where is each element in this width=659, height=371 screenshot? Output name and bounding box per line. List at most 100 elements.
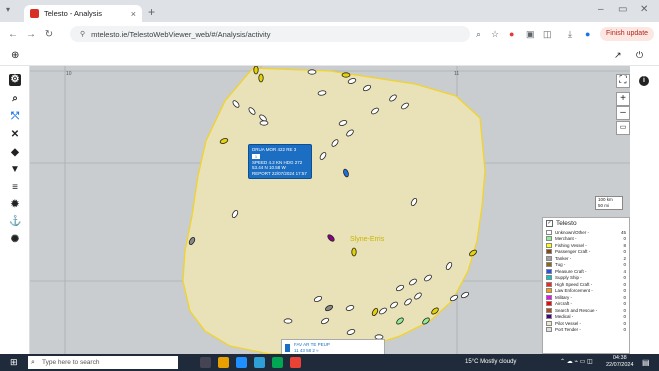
legend-swatch bbox=[546, 242, 552, 248]
windows-start-icon[interactable]: ⊞ bbox=[10, 357, 18, 368]
legend-row: Search and Rescue - 0 bbox=[546, 307, 626, 314]
legend-swatch bbox=[546, 327, 552, 333]
popup-line: REPORT 22/07/2024 17:57 bbox=[252, 170, 307, 176]
vessel-marker[interactable] bbox=[351, 247, 357, 257]
legend-swatch bbox=[546, 255, 552, 261]
file-explorer-icon[interactable] bbox=[218, 357, 229, 368]
edge-icon[interactable] bbox=[236, 357, 247, 368]
popup-line: 11 43 58 2 ≈ bbox=[294, 347, 319, 353]
legend-label: High Speed Craft - bbox=[555, 281, 593, 287]
vessel-marker[interactable] bbox=[253, 66, 259, 75]
info-icon[interactable]: i bbox=[639, 76, 649, 86]
globe-icon[interactable]: ✺ bbox=[9, 234, 21, 246]
share-icon[interactable]: ↗ bbox=[614, 50, 622, 61]
vessel-track-popup[interactable]: FAV AR TE PEUP 11 43 58 2 ≈ bbox=[281, 339, 385, 354]
legend-swatch bbox=[546, 281, 552, 287]
area-label: Slyne-Erris bbox=[350, 236, 385, 243]
vessel-marker[interactable] bbox=[259, 120, 269, 126]
zoom-out-icon[interactable]: – bbox=[616, 106, 630, 120]
layers-icon[interactable]: ≡ bbox=[9, 182, 21, 194]
bookmark-star-icon[interactable]: ☆ bbox=[491, 29, 499, 39]
task-view-icon[interactable] bbox=[200, 357, 211, 368]
legend-swatch bbox=[546, 320, 552, 326]
browser-tab[interactable]: Telesto - Analysis × bbox=[24, 5, 142, 22]
vessel-marker[interactable] bbox=[307, 69, 317, 75]
back-icon[interactable]: ← bbox=[4, 29, 22, 40]
legend-count: 8 bbox=[623, 242, 626, 248]
finish-update-button[interactable]: Finish update bbox=[600, 27, 655, 41]
legend-row: High Speed Craft - 0 bbox=[546, 281, 626, 288]
vessel-marker[interactable] bbox=[283, 318, 293, 324]
taskbar-clock[interactable]: 04:38 22/07/2024 bbox=[606, 355, 634, 369]
new-tab-icon[interactable]: + bbox=[148, 6, 155, 18]
analysis-area-polygon[interactable] bbox=[182, 67, 486, 354]
clock-time: 04:38 bbox=[612, 355, 627, 361]
legend-swatch bbox=[546, 275, 552, 281]
popup-badge: 1 bbox=[252, 153, 260, 159]
legend-count: 0 bbox=[623, 275, 626, 281]
legend-count: 4 bbox=[623, 268, 626, 274]
side-panel-icon[interactable]: ◫ bbox=[543, 29, 552, 39]
settings-gear-icon[interactable]: ⚙ bbox=[9, 74, 21, 86]
power-icon[interactable]: ⏻ bbox=[636, 50, 643, 61]
close-tab-icon[interactable]: × bbox=[131, 9, 136, 19]
legend-row: Pleasure Craft - 4 bbox=[546, 268, 626, 275]
address-bar[interactable]: ⚲ mtelesto.ie/TelestoWebViewer_web/#/Ana… bbox=[70, 26, 470, 42]
legend-swatch bbox=[546, 288, 552, 294]
minimize-icon[interactable]: – bbox=[598, 4, 604, 16]
extension-icon[interactable]: ● bbox=[509, 29, 514, 39]
map-tool-icon[interactable]: ▭ bbox=[616, 121, 630, 135]
vessel-marker[interactable] bbox=[341, 72, 351, 78]
drop-icon[interactable]: ◆ bbox=[9, 147, 21, 159]
maximize-icon[interactable]: ▭ bbox=[618, 4, 627, 16]
gear-icon[interactable]: ✹ bbox=[9, 199, 21, 211]
reload-icon[interactable]: ↻ bbox=[40, 29, 58, 40]
legend-label: Passenger Craft - bbox=[555, 249, 591, 255]
legend-swatch bbox=[546, 236, 552, 242]
vessel-marker[interactable] bbox=[258, 73, 264, 83]
legend-swatch bbox=[546, 268, 552, 274]
legend-toggle-checkbox[interactable]: ✓ bbox=[546, 220, 553, 227]
window-close-icon[interactable]: ✕ bbox=[640, 4, 648, 16]
download-icon[interactable]: ⤓ bbox=[568, 29, 572, 39]
legend-label: Merchant - bbox=[555, 236, 577, 242]
legend-label: Pilot Vessel - bbox=[555, 320, 582, 326]
legend-count: 0 bbox=[623, 281, 626, 287]
legend-row: Supply Ship - 0 bbox=[546, 275, 626, 282]
profile-icon[interactable]: ● bbox=[585, 29, 590, 39]
extension-puzzle-icon[interactable]: ▣ bbox=[526, 29, 535, 39]
map-view[interactable]: 10 11 ⛶ + – ▭ DRUA MOR 422 RE 3 1 SPEED … bbox=[30, 66, 630, 354]
legend-label: Tug - bbox=[555, 262, 566, 268]
site-info-icon[interactable]: ⚲ bbox=[80, 30, 85, 38]
zoom-icon[interactable]: ⌕ bbox=[476, 29, 481, 39]
legend-row: Military - 0 bbox=[546, 294, 626, 301]
search-icon[interactable]: ⌕ bbox=[9, 93, 21, 105]
legend-label: Search and Rescue - bbox=[555, 307, 598, 313]
legend-row: Pilot Vessel - 0 bbox=[546, 320, 626, 327]
fullscreen-icon[interactable]: ⛶ bbox=[616, 74, 630, 88]
map-canvas[interactable]: 10 11 bbox=[30, 66, 630, 354]
legend-count: 0 bbox=[623, 294, 626, 300]
filter-icon[interactable]: ▼ bbox=[9, 164, 21, 176]
chrome-icon[interactable] bbox=[290, 357, 301, 368]
app-icon[interactable] bbox=[272, 357, 283, 368]
forward-icon[interactable]: → bbox=[22, 29, 40, 40]
vessel-marker[interactable] bbox=[460, 291, 470, 299]
vessel-icon[interactable]: ⚓ bbox=[9, 216, 21, 228]
legend-swatch bbox=[546, 249, 552, 255]
vessel-info-popup[interactable]: DRUA MOR 422 RE 3 1 SPEED 4.2 KN HDG 272… bbox=[248, 144, 312, 179]
zoom-in-icon[interactable]: + bbox=[616, 92, 630, 106]
legend-label: Port Tender - bbox=[555, 327, 581, 333]
mail-icon[interactable] bbox=[254, 357, 265, 368]
pause-icon[interactable] bbox=[285, 344, 290, 352]
system-tray-icons[interactable]: ⌃ ☁ ⌁ ▭ ◫ bbox=[560, 357, 593, 368]
legend-row: Fishing Vessel - 8 bbox=[546, 242, 626, 249]
taskbar-search-box[interactable]: ⌕ Type here to search bbox=[28, 356, 178, 369]
tab-search-icon[interactable]: ▾ bbox=[6, 5, 10, 14]
popup-line: DRUA MOR 422 RE 3 bbox=[252, 147, 297, 152]
legend-label: Pleasure Craft - bbox=[555, 268, 587, 274]
tools-icon[interactable]: ✕ bbox=[9, 129, 21, 141]
weather-widget[interactable]: 15°C Mostly cloudy bbox=[465, 357, 516, 368]
notification-icon[interactable]: ▤ bbox=[642, 357, 650, 368]
route-icon[interactable]: ⤲ bbox=[9, 111, 21, 123]
